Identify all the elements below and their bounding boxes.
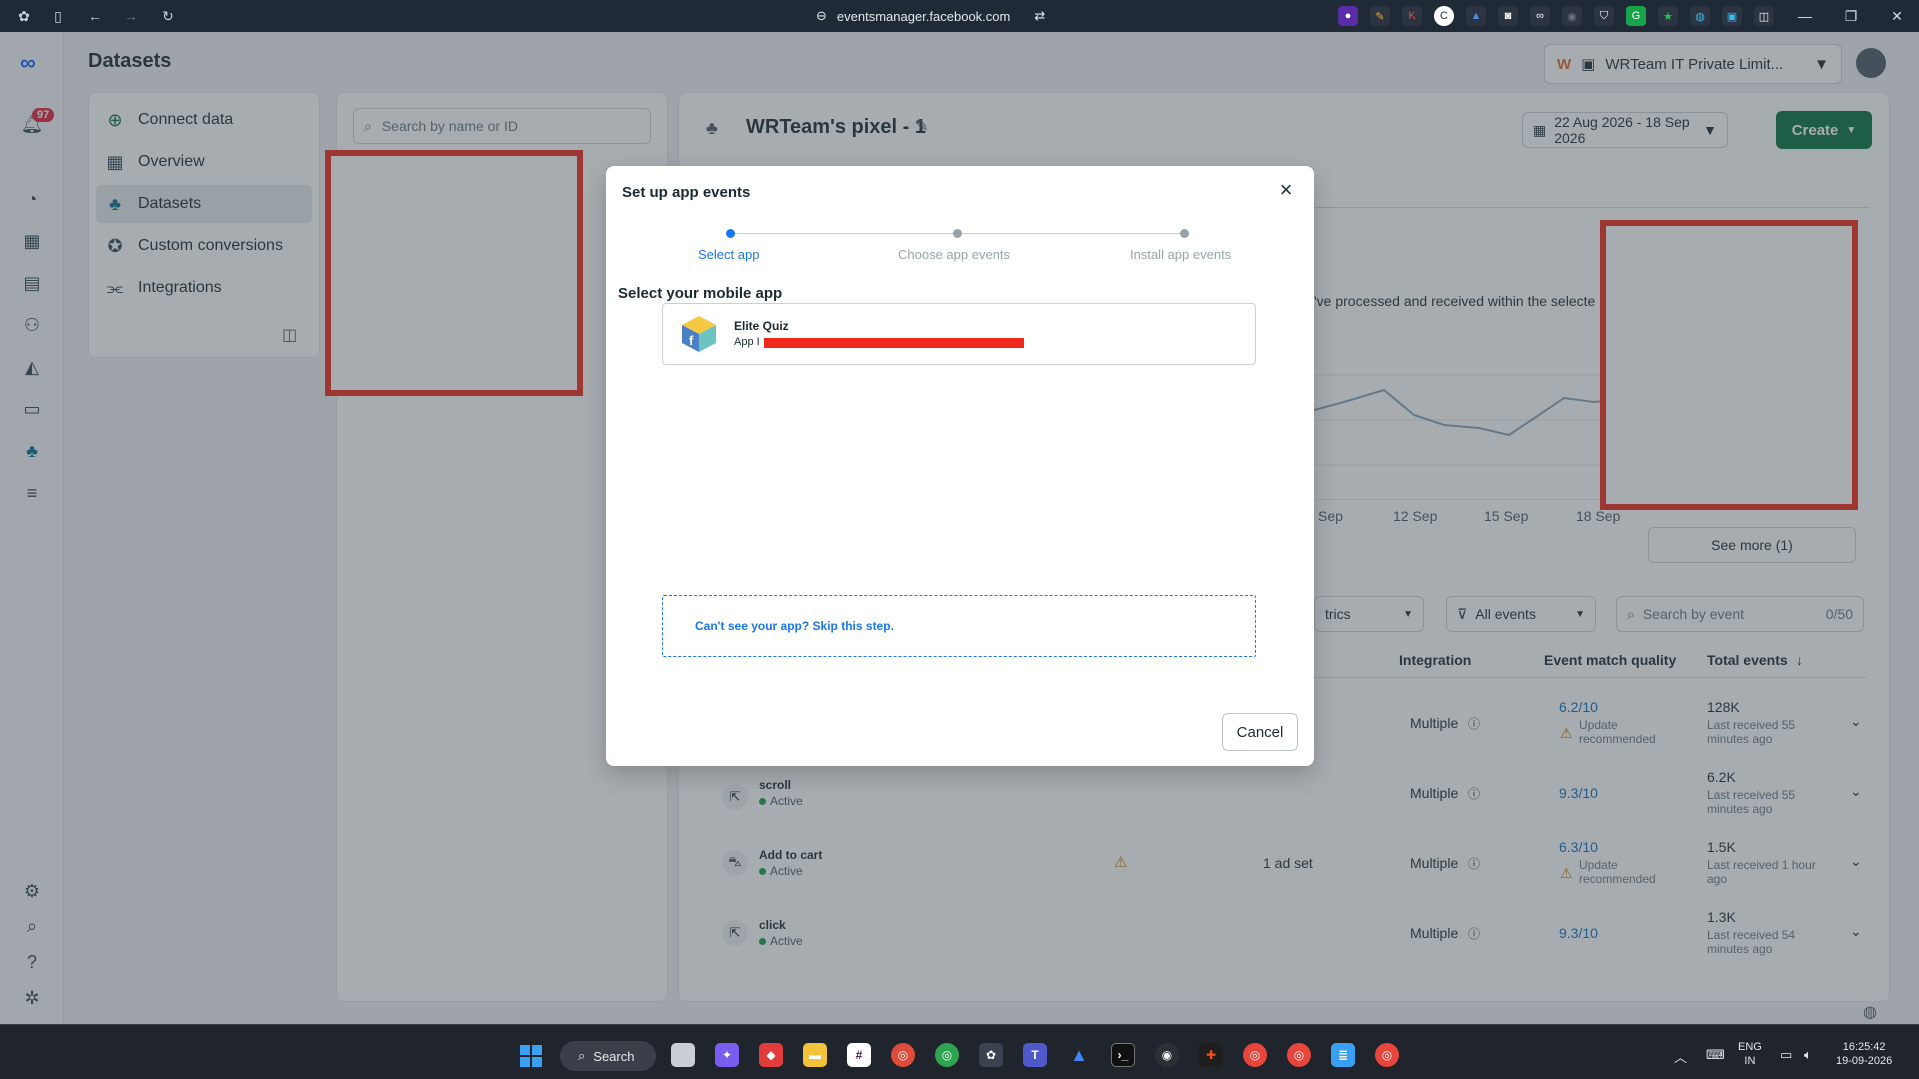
- clock-time: 16:25:42: [1842, 1041, 1886, 1053]
- chrome-profile-icon[interactable]: ◎: [935, 1043, 959, 1067]
- app-name: Elite Quiz: [734, 319, 789, 333]
- tray-chevron-icon[interactable]: ︿: [1674, 1047, 1687, 1066]
- cancel-button[interactable]: Cancel: [1222, 713, 1298, 751]
- browser-active-icon[interactable]: ✿: [979, 1043, 1003, 1067]
- start-tile: [532, 1057, 542, 1067]
- sidebar-toggle-icon[interactable]: ▯: [48, 6, 68, 26]
- clock-date: 19-09-2026: [1836, 1055, 1893, 1067]
- chrome-icon[interactable]: ◎: [1375, 1043, 1399, 1067]
- app-cube-icon: f: [682, 316, 716, 352]
- volume-icon[interactable]: 🔈︎: [1804, 1047, 1812, 1063]
- start-tile: [520, 1057, 530, 1067]
- drive-extension-icon[interactable]: ▲: [1466, 6, 1486, 26]
- close-icon[interactable]: ×: [1276, 179, 1296, 201]
- link-icon: ⊖: [816, 8, 827, 23]
- copilot-icon[interactable]: ✦: [715, 1043, 739, 1067]
- spy-extension-icon[interactable]: ∞: [1530, 6, 1550, 26]
- section-label: Select your mobile app: [618, 285, 783, 302]
- step-dot-active: [726, 229, 735, 238]
- task-view-icon[interactable]: [671, 1043, 695, 1067]
- clock[interactable]: 16:25:42 19-09-2026: [1836, 1040, 1892, 1068]
- step-install-app-events: Install app events: [1130, 247, 1232, 262]
- url-text: eventsmanager.facebook.com: [836, 8, 1011, 24]
- globe-extension-icon[interactable]: ◍: [1690, 6, 1710, 26]
- app-option-card[interactable]: [662, 303, 1256, 365]
- start-icon[interactable]: [520, 1045, 542, 1067]
- location-extension-icon[interactable]: ◉: [1562, 6, 1582, 26]
- keyboard-icon[interactable]: ⌨: [1706, 1047, 1725, 1063]
- reload-icon[interactable]: ↻: [158, 6, 178, 26]
- close-window-icon[interactable]: ✕: [1874, 0, 1919, 32]
- google-ads-icon[interactable]: ▲: [1067, 1043, 1091, 1067]
- start-tile: [520, 1045, 530, 1055]
- obs-icon[interactable]: ◉: [1155, 1043, 1179, 1067]
- c-extension-icon[interactable]: C: [1434, 6, 1454, 26]
- camera-extension-icon[interactable]: ◙: [1498, 6, 1518, 26]
- restore-icon[interactable]: ❐: [1828, 0, 1874, 32]
- svg-text:f: f: [689, 333, 694, 348]
- extensions-row: ● ✎ K C ▲ ◙ ∞ ◉ ⛉ G ★ ◍ ▣ ◫: [1338, 6, 1774, 26]
- extension-icon[interactable]: ●: [1338, 6, 1358, 26]
- figma-icon[interactable]: ✚: [1199, 1043, 1223, 1067]
- taskbar-search-label: Search: [593, 1048, 635, 1064]
- browser-logo-icon[interactable]: ✿: [14, 6, 34, 26]
- taskbar-search[interactable]: ⌕ Search: [560, 1041, 656, 1071]
- notepad-icon[interactable]: ≣: [1331, 1043, 1355, 1067]
- search-icon: ⌕: [578, 1048, 586, 1063]
- language-code: ENG: [1738, 1041, 1762, 1053]
- teams-icon[interactable]: T: [1023, 1043, 1047, 1067]
- grammarly-extension-icon[interactable]: G: [1626, 6, 1646, 26]
- chrome-icon[interactable]: ◎: [1287, 1043, 1311, 1067]
- dialog-title: Set up app events: [622, 184, 751, 201]
- redacted-app-id: [764, 338, 1024, 348]
- star-extension-icon[interactable]: ★: [1658, 6, 1678, 26]
- tune-icon[interactable]: ⇄: [1034, 8, 1045, 24]
- step-dot: [1180, 229, 1189, 238]
- split-view-icon[interactable]: ◫: [1754, 6, 1774, 26]
- windows-taskbar: [0, 1024, 1919, 1079]
- k-extension-icon[interactable]: K: [1402, 6, 1422, 26]
- start-tile: [532, 1045, 542, 1055]
- region-code: IN: [1744, 1055, 1756, 1067]
- step-choose-app-events: Choose app events: [898, 247, 1011, 262]
- chrome-icon[interactable]: ◎: [891, 1043, 915, 1067]
- anydesk-icon[interactable]: ◆: [759, 1043, 783, 1067]
- file-explorer-icon[interactable]: ▬: [803, 1043, 827, 1067]
- step-select-app: Select app: [698, 247, 760, 262]
- forward-icon[interactable]: →: [121, 6, 141, 26]
- slack-icon[interactable]: #: [847, 1043, 871, 1067]
- chrome-icon[interactable]: ◎: [1243, 1043, 1267, 1067]
- step-dot: [953, 229, 962, 238]
- network-icon[interactable]: ▭: [1780, 1047, 1792, 1063]
- screenshot-extension-icon[interactable]: ▣: [1722, 6, 1742, 26]
- app-id: App I: [734, 336, 760, 348]
- language-indicator[interactable]: ENG IN: [1738, 1040, 1762, 1068]
- terminal-icon[interactable]: ›_: [1111, 1043, 1135, 1067]
- shield-extension-icon[interactable]: ⛉: [1594, 6, 1614, 26]
- back-icon[interactable]: ←: [85, 6, 105, 26]
- skip-step-link[interactable]: Can't see your app? Skip this step.: [695, 619, 894, 633]
- address-bar[interactable]: ⊖ eventsmanager.facebook.com ⇄: [816, 0, 1045, 32]
- minimize-icon[interactable]: —: [1782, 0, 1828, 32]
- pen-extension-icon[interactable]: ✎: [1370, 6, 1390, 26]
